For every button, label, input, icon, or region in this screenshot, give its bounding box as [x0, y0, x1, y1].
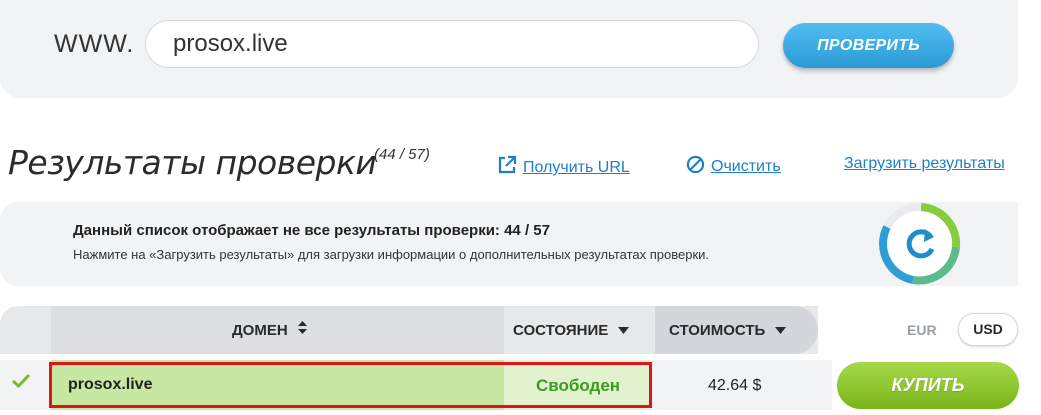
clear-label: Очистить	[711, 158, 781, 175]
cost-column-label: СТОИМОСТЬ	[669, 322, 766, 339]
checkmark-icon	[11, 373, 31, 393]
chevron-down-icon	[775, 321, 787, 338]
results-title: Результаты проверки	[8, 143, 377, 182]
buy-button[interactable]: КУПИТЬ	[837, 362, 1019, 409]
notice-title: Данный список отображает не все результа…	[73, 222, 550, 239]
sort-icon	[297, 321, 307, 338]
domain-column-label: ДОМЕН	[232, 322, 288, 339]
results-count: (44 / 57)	[374, 146, 430, 163]
state-column-header[interactable]: СОСТОЯНИЕ	[513, 321, 630, 339]
www-prefix: WWW.	[54, 30, 135, 58]
notice-text: Нажмите на «Загрузить результаты» для за…	[73, 247, 710, 262]
get-url-link[interactable]: Получить URL	[497, 155, 630, 180]
chevron-down-icon	[618, 321, 630, 338]
currency-usd-toggle[interactable]: USD	[958, 313, 1018, 346]
cost-column-header[interactable]: СТОИМОСТЬ	[669, 321, 787, 339]
domain-search-input[interactable]: prosox.live	[145, 20, 759, 68]
row-price: 42.64 $	[708, 377, 762, 394]
clear-link[interactable]: Очистить	[686, 155, 781, 179]
notice-panel	[0, 202, 1018, 286]
clear-circle-icon	[686, 155, 705, 179]
state-column-label: СОСТОЯНИЕ	[513, 322, 609, 339]
external-link-icon	[497, 155, 517, 180]
refresh-icon[interactable]	[873, 199, 969, 289]
get-url-label: Получить URL	[523, 159, 630, 176]
currency-eur-toggle[interactable]: EUR	[907, 322, 937, 338]
domain-column-header[interactable]: ДОМЕН	[232, 321, 307, 339]
download-results-link[interactable]: Загрузить результаты	[844, 155, 1005, 173]
row-highlight-frame	[49, 362, 652, 408]
check-button[interactable]: ПРОВЕРИТЬ	[783, 23, 954, 68]
